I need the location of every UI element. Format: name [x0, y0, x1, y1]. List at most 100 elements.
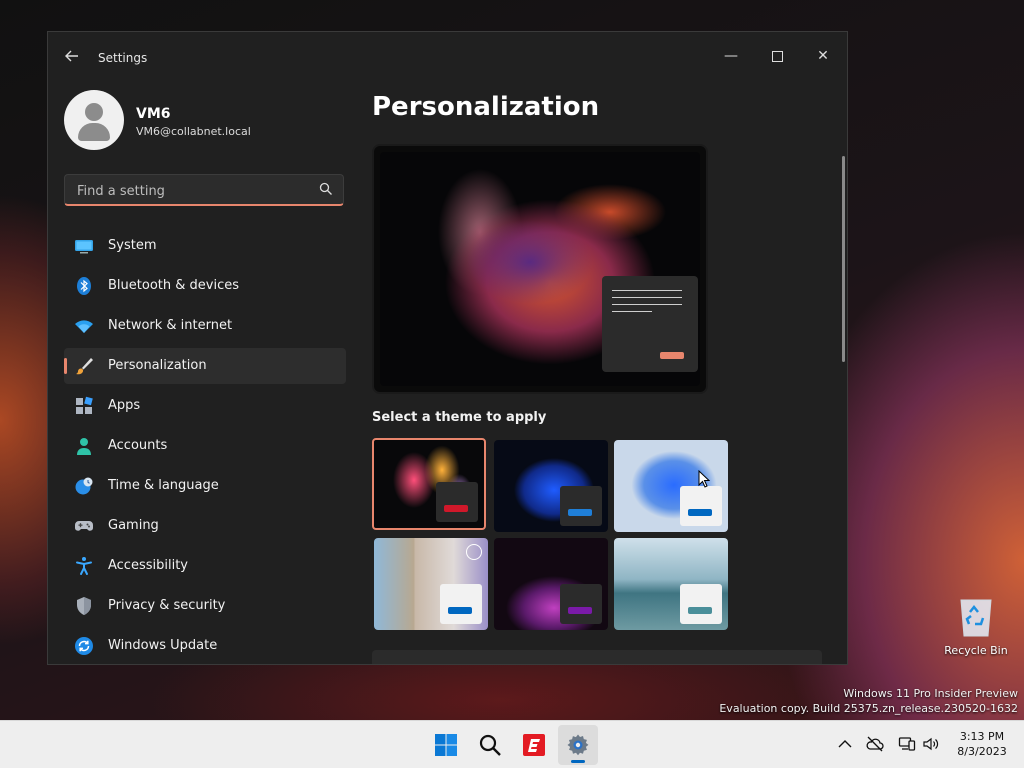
page-title: Personalization [372, 92, 600, 122]
update-icon [75, 637, 93, 655]
accessibility-icon [76, 557, 92, 575]
preview-text-line [612, 304, 682, 305]
watermark-line: Evaluation copy. Build 25375.zn_release.… [719, 702, 1018, 715]
sidebar-item-personalization[interactable]: Personalization [64, 348, 346, 384]
taskbar-app-button[interactable] [514, 725, 554, 765]
sidebar-item-accessibility[interactable]: Accessibility [64, 548, 346, 584]
monitor-icon [75, 240, 93, 254]
recycle-bin[interactable]: Recycle Bin [944, 596, 1008, 657]
search-taskbar-button[interactable] [470, 725, 510, 765]
sidebar-item-time-language[interactable]: Time & language [64, 468, 346, 504]
bluetooth-icon [77, 277, 91, 295]
gear-icon [567, 734, 589, 756]
sidebar-item-label: Gaming [108, 518, 159, 533]
theme-window-tile [436, 482, 478, 522]
themes-card[interactable] [372, 650, 822, 664]
minimize-button[interactable]: — [708, 40, 754, 72]
close-button[interactable]: ✕ [800, 40, 846, 72]
clock-time: 3:13 PM [959, 730, 1005, 743]
sidebar-item-label: Bluetooth & devices [108, 278, 239, 293]
sidebar-nav: System Bluetooth & devices Network & int… [64, 228, 346, 664]
theme-lake[interactable] [614, 538, 728, 630]
avatar-body [78, 123, 110, 141]
sidebar-item-label: Windows Update [108, 638, 218, 653]
sidebar-item-system[interactable]: System [64, 228, 346, 264]
brush-icon [76, 358, 93, 375]
theme-accent-bar [568, 607, 592, 614]
avatar-head [85, 103, 103, 121]
network-icon[interactable] [898, 735, 916, 753]
theme-accent-bar [568, 509, 592, 516]
preview-text-line [612, 290, 682, 291]
theme-accent-bar [448, 607, 472, 614]
scrollbar[interactable] [842, 156, 845, 362]
watermark-line: Windows 11 Pro Insider Preview [843, 687, 1018, 700]
theme-window-tile [680, 486, 722, 526]
sidebar-item-accounts[interactable]: Accounts [64, 428, 346, 464]
preview-accent-button [660, 352, 684, 359]
volume-icon[interactable] [922, 735, 940, 753]
active-app-indicator [571, 760, 585, 763]
minimize-icon: — [724, 48, 738, 64]
back-button[interactable] [62, 48, 82, 68]
search-icon[interactable] [319, 182, 333, 196]
title-bar[interactable]: Settings — ✕ [48, 32, 847, 82]
taskbar: 3:13 PM 8/3/2023 [0, 720, 1024, 768]
theme-spotlight[interactable] [374, 538, 488, 630]
theme-accent-bar [444, 505, 468, 512]
search-icon [479, 734, 501, 756]
preview-text-line [612, 297, 682, 298]
sidebar-item-label: Apps [108, 398, 141, 413]
windows-logo-icon [435, 734, 457, 756]
sidebar-item-label: Network & internet [108, 318, 233, 333]
sidebar-item-privacy[interactable]: Privacy & security [64, 588, 346, 624]
system-clock[interactable]: 3:13 PM 8/3/2023 [952, 729, 1012, 759]
maximize-button[interactable] [754, 40, 800, 72]
app-title: Settings [98, 51, 148, 65]
sidebar-item-label: System [108, 238, 157, 253]
red-e-app-icon [523, 734, 545, 756]
sidebar-item-label: Time & language [108, 478, 219, 493]
theme-window-tile [560, 486, 602, 526]
apps-icon [76, 396, 93, 414]
theme-window-tile [680, 584, 722, 624]
wallpaper-preview [380, 152, 700, 386]
search-box[interactable] [64, 174, 344, 206]
theme-glow-dark[interactable] [372, 438, 486, 530]
mouse-cursor-icon [698, 470, 710, 488]
user-name: VM6 [136, 106, 171, 122]
sidebar-item-windows-update[interactable]: Windows Update [64, 628, 346, 664]
search-input[interactable] [75, 181, 309, 201]
theme-accent-bar [688, 509, 712, 516]
arrow-left-icon [65, 50, 78, 62]
preview-text-line [612, 311, 652, 312]
avatar[interactable] [64, 90, 124, 150]
theme-sunrise-dark[interactable] [494, 538, 608, 630]
recycle-bin-icon [960, 599, 992, 637]
sidebar-item-network[interactable]: Network & internet [64, 308, 346, 344]
sidebar-item-label: Accounts [108, 438, 168, 453]
settings-window: Settings — ✕ VM6 VM6@collabnet.local Sys… [47, 31, 848, 665]
wifi-icon [75, 320, 93, 333]
settings-taskbar-button[interactable] [558, 725, 598, 765]
onedrive-offline-icon[interactable] [866, 735, 884, 753]
sidebar-item-label: Privacy & security [108, 598, 226, 613]
sidebar-item-bluetooth[interactable]: Bluetooth & devices [64, 268, 346, 304]
theme-bloom-light[interactable] [614, 440, 728, 532]
maximize-icon [771, 50, 783, 62]
theme-preview [372, 144, 708, 394]
globe-clock-icon [75, 477, 93, 495]
shield-icon [77, 597, 91, 615]
theme-bloom-dark[interactable] [494, 440, 608, 532]
theme-window-tile [560, 584, 602, 624]
close-icon: ✕ [817, 48, 829, 64]
person-icon [77, 438, 91, 455]
sidebar-item-gaming[interactable]: Gaming [64, 508, 346, 544]
sidebar-item-apps[interactable]: Apps [64, 388, 346, 424]
start-button[interactable] [426, 725, 466, 765]
sidebar-item-label: Personalization [108, 358, 207, 373]
chevron-up-icon[interactable] [836, 735, 854, 753]
theme-window-tile [440, 584, 482, 624]
clock-date: 8/3/2023 [957, 745, 1007, 758]
spotlight-icon [466, 544, 482, 560]
